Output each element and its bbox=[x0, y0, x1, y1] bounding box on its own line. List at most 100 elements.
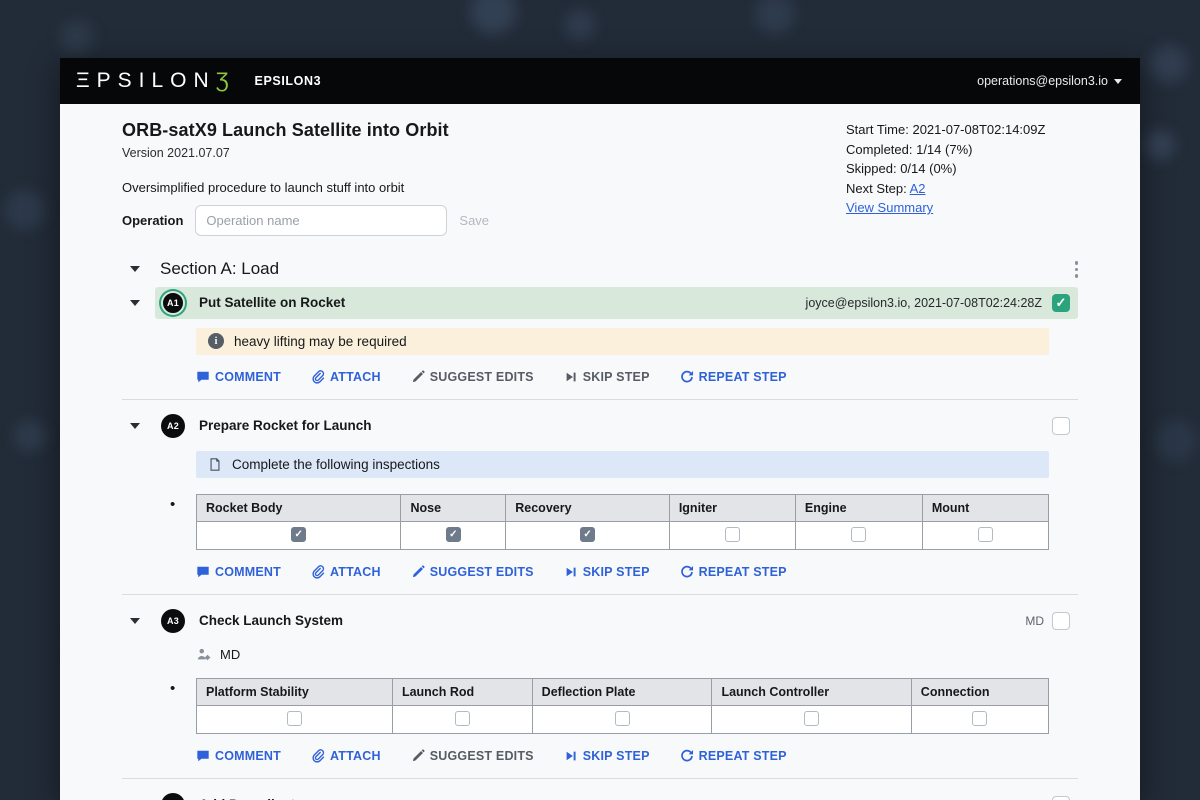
app-window: ΞPSILON Ʒ EPSILON3 operations@epsilon3.io… bbox=[60, 58, 1140, 800]
bokeh-blob bbox=[470, 0, 516, 34]
assignee-row: MD bbox=[196, 647, 1049, 662]
collapse-caret-icon[interactable] bbox=[130, 299, 140, 306]
pencil-icon bbox=[412, 748, 425, 761]
step-divider bbox=[122, 777, 1078, 779]
bokeh-blob bbox=[5, 190, 45, 230]
table-checkbox[interactable] bbox=[977, 527, 993, 543]
bokeh-blob bbox=[1145, 130, 1175, 160]
comment-button[interactable]: COMMENT bbox=[196, 749, 281, 763]
table-checkbox[interactable] bbox=[580, 527, 596, 543]
table-header-cell: Connection bbox=[910, 677, 1050, 706]
table-header-cell: Igniter bbox=[668, 493, 796, 522]
person-gear-icon bbox=[197, 648, 211, 660]
section-header: Section A: Load bbox=[130, 258, 1084, 281]
suggest-edits-button[interactable]: SUGGEST EDITS bbox=[411, 749, 534, 763]
table-header-cell: Recovery bbox=[505, 493, 670, 522]
step-a1-actions: COMMENT ATTACH SUGGEST EDITS SKIP STEP R… bbox=[196, 370, 1049, 384]
comment-button[interactable]: COMMENT bbox=[196, 370, 281, 384]
comment-button[interactable]: COMMENT bbox=[196, 565, 281, 579]
info-note: i heavy lifting may be required bbox=[196, 327, 1049, 355]
table-checkbox[interactable] bbox=[724, 527, 740, 543]
table-checkbox[interactable] bbox=[445, 527, 461, 543]
paperclip-icon bbox=[312, 369, 325, 384]
table-header-cell: Launch Rod bbox=[391, 677, 533, 706]
table-checkbox[interactable] bbox=[286, 711, 302, 727]
collapse-caret-icon[interactable] bbox=[130, 617, 140, 624]
repeat-icon bbox=[680, 370, 693, 382]
logo-numeral: Ʒ bbox=[215, 69, 229, 92]
paperclip-icon bbox=[312, 748, 325, 763]
top-navigation-bar: ΞPSILON Ʒ EPSILON3 operations@epsilon3.io bbox=[60, 58, 1140, 104]
skip-step-button[interactable]: SKIP STEP bbox=[564, 749, 650, 763]
step-a3-row: A3 Check Launch System MD bbox=[155, 605, 1078, 637]
table-header-cell: Mount bbox=[921, 493, 1050, 522]
table-header-cell: Engine bbox=[794, 493, 923, 522]
comment-icon bbox=[197, 566, 209, 577]
bokeh-blob bbox=[14, 420, 46, 452]
step-a4: A4 Add Propellants bbox=[60, 789, 1140, 800]
step-badge: A1 bbox=[161, 290, 185, 315]
next-step-link[interactable]: A2 bbox=[910, 181, 926, 196]
role-tag: MD bbox=[1025, 613, 1044, 628]
account-menu[interactable]: operations@epsilon3.io bbox=[977, 74, 1122, 88]
repeat-step-button[interactable]: REPEAT STEP bbox=[680, 370, 787, 384]
table-checkbox[interactable] bbox=[972, 711, 988, 727]
pencil-icon bbox=[412, 369, 425, 382]
skip-step-button[interactable]: SKIP STEP bbox=[564, 565, 650, 579]
table-checkbox[interactable] bbox=[804, 711, 820, 727]
table-header-cell: Deflection Plate bbox=[531, 677, 713, 706]
step-a2-header: A2 Prepare Rocket for Launch bbox=[130, 410, 1078, 442]
save-button[interactable]: Save bbox=[459, 213, 489, 228]
bokeh-blob bbox=[755, 0, 795, 34]
step-a1-row: A1 Put Satellite on Rocket joyce@epsilon… bbox=[155, 286, 1078, 319]
step-complete-checkbox[interactable] bbox=[1052, 293, 1070, 312]
suggest-edits-button[interactable]: SUGGEST EDITS bbox=[411, 565, 534, 579]
skip-step-button[interactable]: SKIP STEP bbox=[564, 370, 650, 384]
step-a4-row: A4 Add Propellants bbox=[155, 789, 1078, 800]
step-divider bbox=[122, 593, 1078, 595]
collapse-caret-icon[interactable] bbox=[130, 266, 140, 273]
step-a3-actions: COMMENT ATTACH SUGGEST EDITS SKIP STEP R… bbox=[196, 749, 1049, 763]
paperclip-icon bbox=[312, 564, 325, 579]
skip-icon bbox=[566, 372, 576, 381]
page-title: ORB-satX9 Launch Satellite into Orbit bbox=[122, 120, 449, 140]
signoff-text: joyce@epsilon3.io, 2021-07-08T02:24:28Z bbox=[805, 295, 1042, 310]
operation-row: Operation Save bbox=[122, 205, 489, 236]
collapse-caret-icon[interactable] bbox=[130, 422, 140, 429]
bokeh-blob bbox=[1155, 420, 1197, 462]
table-checkbox[interactable] bbox=[291, 527, 307, 543]
step-a4-header: A4 Add Propellants bbox=[130, 789, 1078, 800]
repeat-icon bbox=[680, 749, 693, 761]
table-checkbox[interactable] bbox=[614, 711, 630, 727]
chevron-down-icon bbox=[1114, 78, 1122, 84]
procedure-header: ORB-satX9 Launch Satellite into Orbit Ve… bbox=[60, 104, 1140, 236]
start-time: Start Time: 2021-07-08T02:14:09Z bbox=[846, 122, 1046, 137]
view-summary-link[interactable]: View Summary bbox=[846, 200, 933, 215]
text-note-content: Complete the following inspections bbox=[232, 456, 440, 472]
attach-button[interactable]: ATTACH bbox=[311, 565, 381, 579]
step-complete-checkbox[interactable] bbox=[1052, 416, 1070, 435]
inspection-table-a2: Rocket Body Nose Recovery Igniter Engine… bbox=[170, 493, 1050, 550]
repeat-step-button[interactable]: REPEAT STEP bbox=[680, 565, 787, 579]
table-checkbox[interactable] bbox=[454, 711, 470, 727]
step-complete-checkbox[interactable] bbox=[1052, 795, 1070, 800]
kebab-menu-icon[interactable] bbox=[1069, 258, 1085, 281]
attach-button[interactable]: ATTACH bbox=[311, 749, 381, 763]
attach-button[interactable]: ATTACH bbox=[311, 370, 381, 384]
step-a2-row: A2 Prepare Rocket for Launch bbox=[155, 410, 1078, 442]
step-complete-checkbox[interactable] bbox=[1052, 611, 1070, 630]
operation-name-input[interactable] bbox=[195, 205, 448, 236]
step-badge: A4 bbox=[161, 792, 185, 800]
assignee-name: MD bbox=[220, 646, 241, 662]
info-note-text: heavy lifting may be required bbox=[234, 333, 407, 349]
step-title: Check Launch System bbox=[199, 613, 344, 628]
table-header-cell: Rocket Body bbox=[195, 493, 402, 522]
table-checkbox[interactable] bbox=[851, 527, 867, 543]
suggest-edits-button[interactable]: SUGGEST EDITS bbox=[411, 370, 534, 384]
repeat-step-button[interactable]: REPEAT STEP bbox=[680, 749, 787, 763]
step-a1-header: A1 Put Satellite on Rocket joyce@epsilon… bbox=[130, 286, 1078, 319]
step-a3: A3 Check Launch System MD MD • Platform … bbox=[60, 605, 1140, 763]
step-a2-actions: COMMENT ATTACH SUGGEST EDITS SKIP STEP R… bbox=[196, 565, 1049, 579]
table-header-cell: Nose bbox=[400, 493, 507, 522]
section-title: Section A: Load bbox=[160, 259, 280, 279]
